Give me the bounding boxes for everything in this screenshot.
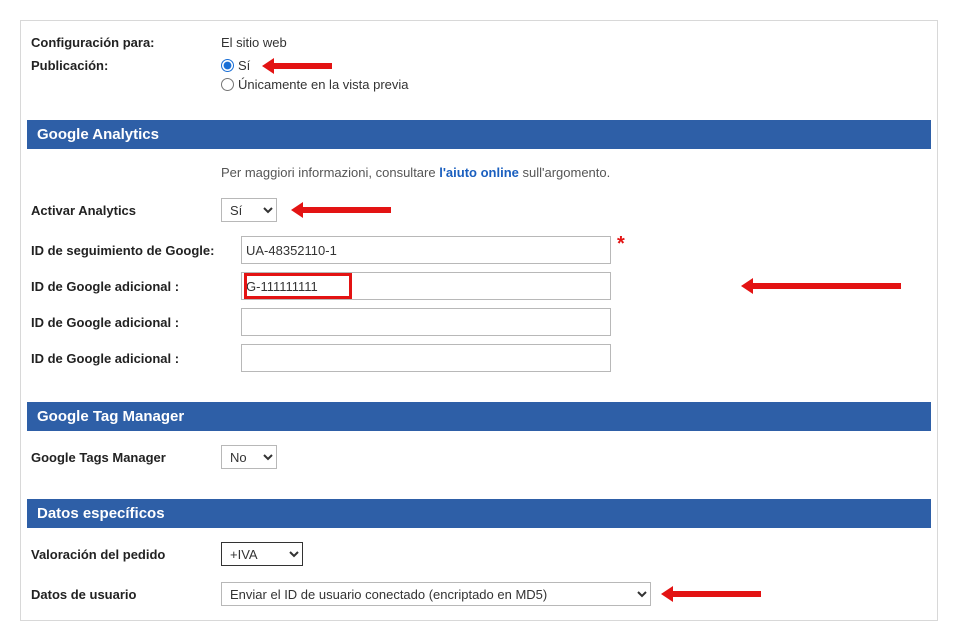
ga-info-text: Per maggiori informazioni, consultare l'… [221, 163, 610, 190]
gtm-label: Google Tags Manager [21, 450, 221, 465]
config-for-value: El sitio web [221, 35, 287, 50]
gtm-select[interactable]: No [221, 445, 277, 469]
activate-analytics-label: Activar Analytics [21, 203, 221, 218]
ga-extra-id-1-label: ID de Google adicional : [21, 279, 241, 294]
section-header-datos: Datos específicos [27, 499, 931, 528]
activate-analytics-select[interactable]: Sí [221, 198, 277, 222]
user-data-select[interactable]: Enviar el ID de usuario conectado (encri… [221, 582, 651, 606]
ga-extra-id-3-label: ID de Google adicional : [21, 351, 241, 366]
ga-info-link[interactable]: l'aiuto online [439, 165, 519, 180]
ga-info-prefix: Per maggiori informazioni, consultare [221, 165, 439, 180]
section-header-gtm: Google Tag Manager [27, 402, 931, 431]
ga-extra-id-1-input[interactable] [241, 272, 611, 300]
ga-tracking-id-input[interactable] [241, 236, 611, 264]
publication-radio-yes[interactable]: Sí [221, 58, 332, 73]
order-valuation-label: Valoración del pedido [21, 547, 221, 562]
publication-label: Publicación: [21, 58, 221, 73]
radio-yes-input[interactable] [221, 59, 234, 72]
ga-extra-id-2-label: ID de Google adicional : [21, 315, 241, 330]
radio-preview-label: Únicamente en la vista previa [238, 77, 409, 92]
ga-extra-id-2-input[interactable] [241, 308, 611, 336]
annotation-arrow [301, 207, 391, 213]
radio-yes-label: Sí [238, 58, 250, 73]
user-data-label: Datos de usuario [21, 587, 221, 602]
ga-tracking-id-label: ID de seguimiento de Google: [21, 243, 241, 258]
order-valuation-select[interactable]: +IVA [221, 542, 303, 566]
section-header-google-analytics: Google Analytics [27, 120, 931, 149]
top-block: Configuración para: El sitio web Publica… [21, 21, 937, 114]
annotation-arrow [751, 283, 901, 289]
required-asterisk: * [617, 233, 625, 256]
annotation-arrow [671, 591, 761, 597]
publication-radio-preview[interactable]: Únicamente en la vista previa [221, 77, 409, 92]
annotation-arrow [272, 63, 332, 69]
ga-extra-id-3-input[interactable] [241, 344, 611, 372]
ga-info-suffix: sull'argomento. [519, 165, 610, 180]
settings-panel: Configuración para: El sitio web Publica… [20, 20, 938, 621]
radio-preview-input[interactable] [221, 78, 234, 91]
config-for-label: Configuración para: [21, 35, 221, 50]
